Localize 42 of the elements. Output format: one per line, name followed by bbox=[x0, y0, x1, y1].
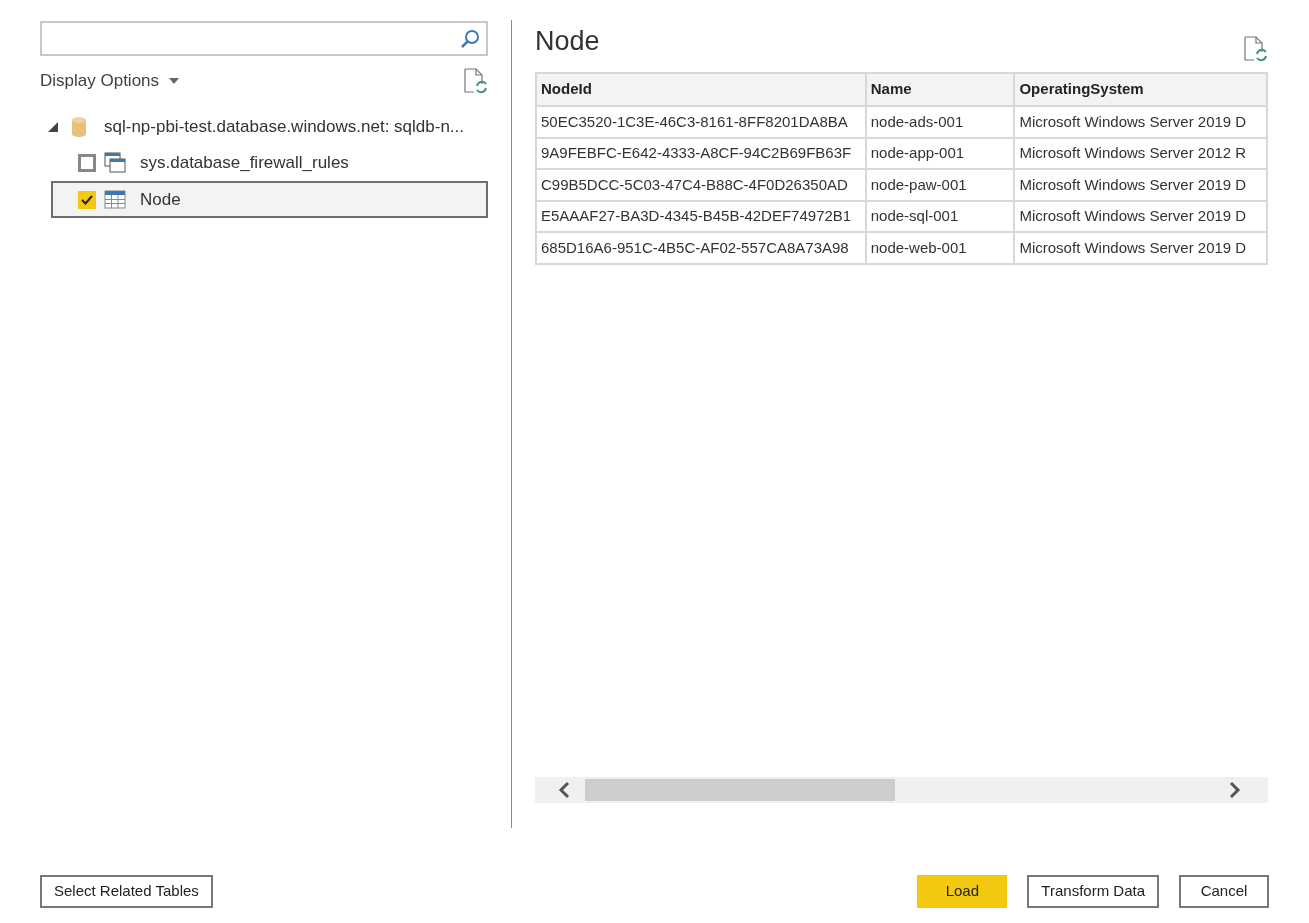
tree-item[interactable]: sys.database_firewall_rules bbox=[51, 144, 488, 181]
search-icon[interactable] bbox=[460, 28, 480, 49]
dialog-button[interactable]: Select Related Tables bbox=[40, 875, 213, 908]
expand-toggle-icon[interactable] bbox=[48, 122, 58, 132]
column-header[interactable]: OperatingSystem bbox=[1014, 73, 1267, 106]
scrollbar-thumb[interactable] bbox=[585, 779, 895, 801]
column-header[interactable]: Name bbox=[865, 73, 1015, 106]
view-icon bbox=[104, 151, 126, 174]
load-button[interactable]: Load bbox=[917, 875, 1008, 908]
table-cell: 685D16A6-951C-4B5C-AF02-557CA8A73A98 bbox=[536, 232, 866, 264]
table-cell: Microsoft Windows Server 2019 D bbox=[1014, 106, 1267, 138]
display-options-dropdown[interactable]: Display Options bbox=[40, 68, 180, 94]
refresh-document-icon[interactable] bbox=[463, 68, 488, 94]
checkbox[interactable] bbox=[78, 153, 96, 172]
table-icon bbox=[104, 189, 126, 210]
table-cell: Microsoft Windows Server 2012 R bbox=[1014, 137, 1267, 169]
checkbox[interactable] bbox=[78, 190, 96, 209]
column-header[interactable]: NodeId bbox=[536, 73, 866, 106]
table-cell: 9A9FEBFC-E642-4333-A8CF-94C2B69FB63F bbox=[536, 137, 866, 169]
caret-down-icon bbox=[169, 78, 180, 84]
table-cell: node-web-001 bbox=[865, 232, 1015, 264]
table-cell: 50EC3520-1C3E-46C3-8161-8FF8201DA8BA bbox=[536, 106, 866, 138]
table-cell: node-sql-001 bbox=[865, 200, 1015, 232]
tree-item-label[interactable]: sql-np-pbi-test.database.windows.net: sqldb-n... bbox=[104, 114, 465, 140]
table-cell: E5AAAF27-BA3D-4345-B45B-42DEF74972B1 bbox=[536, 200, 866, 232]
table-cell: Microsoft Windows Server 2019 D bbox=[1014, 169, 1267, 201]
refresh-document-icon[interactable] bbox=[1243, 36, 1268, 62]
table-cell: node-ads-001 bbox=[865, 106, 1015, 138]
horizontal-scrollbar[interactable] bbox=[535, 777, 1268, 803]
table-cell: node-app-001 bbox=[865, 137, 1015, 169]
tree-item[interactable]: Node bbox=[51, 181, 488, 218]
scroll-right-icon[interactable] bbox=[1228, 781, 1242, 799]
table-cell: C99B5DCC-5C03-47C4-B88C-4F0D26350AD bbox=[536, 169, 866, 201]
table-cell: node-paw-001 bbox=[865, 169, 1015, 201]
table-cell: Microsoft Windows Server 2019 D bbox=[1014, 200, 1267, 232]
scroll-left-icon[interactable] bbox=[557, 781, 571, 799]
database-icon bbox=[72, 117, 86, 137]
preview-title: Node bbox=[535, 25, 600, 58]
dialog-button[interactable]: Cancel bbox=[1179, 875, 1269, 908]
table-cell: Microsoft Windows Server 2019 D bbox=[1014, 232, 1267, 264]
search-field[interactable] bbox=[40, 21, 488, 56]
dialog-button[interactable]: Transform Data bbox=[1027, 875, 1159, 908]
